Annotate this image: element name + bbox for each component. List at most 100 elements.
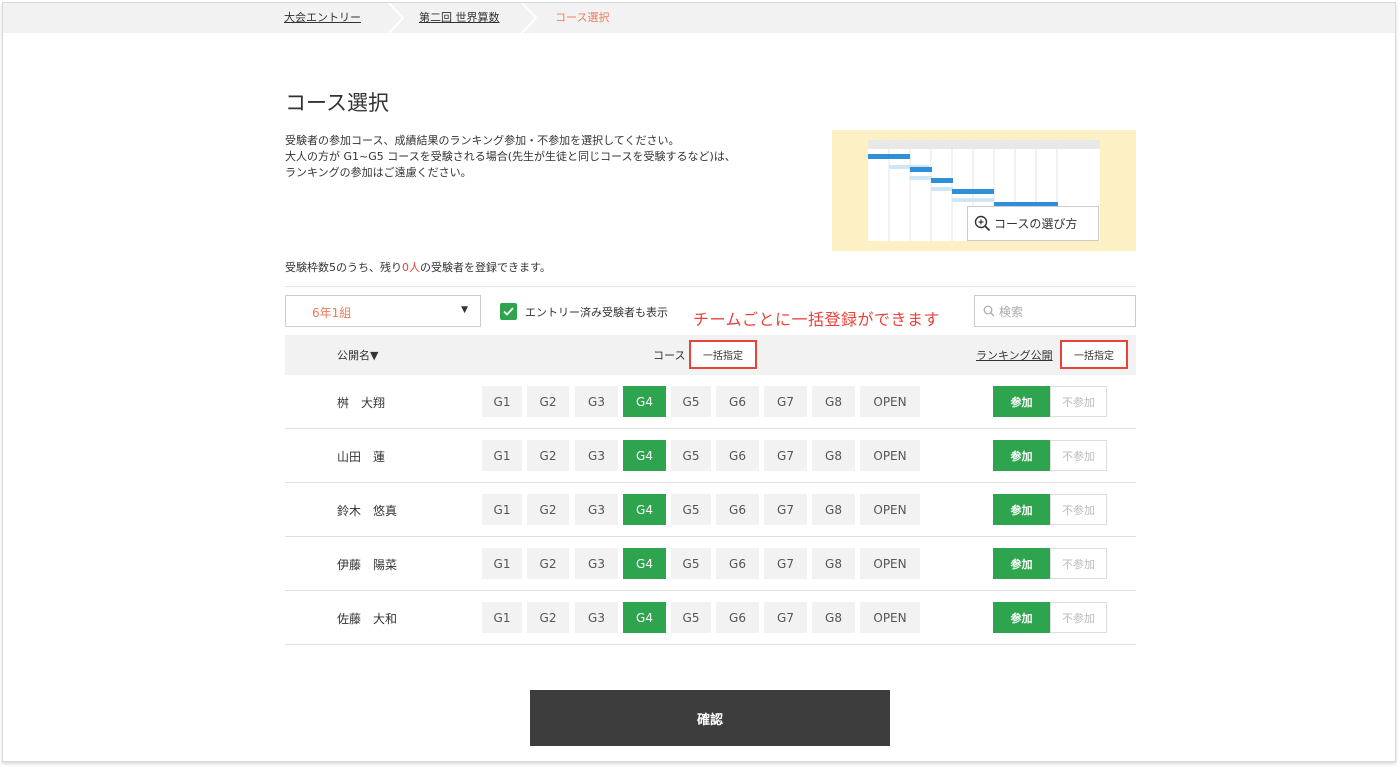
course-option-g8[interactable]: G8 xyxy=(812,386,855,417)
ranking-join-button[interactable]: 参加 xyxy=(993,548,1050,579)
course-option-g4[interactable]: G4 xyxy=(623,494,666,525)
course-option-g2[interactable]: G2 xyxy=(527,494,569,525)
course-guide-button[interactable]: コースの選び方 xyxy=(967,206,1099,241)
participant-name: 桝 大翔 xyxy=(337,396,386,410)
course-option-g4[interactable]: G4 xyxy=(623,548,666,579)
course-option-g3[interactable]: G3 xyxy=(575,602,618,633)
course-option-g3[interactable]: G3 xyxy=(575,494,618,525)
course-option-g5[interactable]: G5 xyxy=(671,548,711,579)
ranking-join-button[interactable]: 参加 xyxy=(993,440,1050,471)
course-option-g8[interactable]: G8 xyxy=(812,548,855,579)
course-option-g1[interactable]: G1 xyxy=(482,548,522,579)
class-select[interactable]: 6年1組 ▼ xyxy=(285,295,481,327)
course-option-g7[interactable]: G7 xyxy=(764,548,807,579)
show-entered-checkbox[interactable] xyxy=(500,303,517,320)
ranking-nojoin-button[interactable]: 不参加 xyxy=(1050,386,1107,417)
course-guide-label: コースの選び方 xyxy=(994,217,1078,231)
search-placeholder: 検索 xyxy=(999,304,1024,319)
course-option-g1[interactable]: G1 xyxy=(482,386,522,417)
ranking-join-button[interactable]: 参加 xyxy=(993,494,1050,525)
course-option-g4[interactable]: G4 xyxy=(623,602,666,633)
search-icon xyxy=(983,305,995,317)
ranking-nojoin-button[interactable]: 不参加 xyxy=(1050,548,1107,579)
search-field[interactable]: 検索 xyxy=(974,295,1136,327)
course-option-g8[interactable]: G8 xyxy=(812,602,855,633)
course-option-g2[interactable]: G2 xyxy=(527,440,569,471)
course-option-g2[interactable]: G2 xyxy=(527,602,569,633)
course-option-g5[interactable]: G5 xyxy=(671,440,711,471)
description-line: 大人の方が G1~G5 コースを受験される場合(先生が生徒と同じコースを受験する… xyxy=(285,150,736,163)
course-option-g5[interactable]: G5 xyxy=(671,602,711,633)
ranking-nojoin-button[interactable]: 不参加 xyxy=(1050,602,1107,633)
course-option-g6[interactable]: G6 xyxy=(716,386,759,417)
ranking-join-button[interactable]: 参加 xyxy=(993,602,1050,633)
class-select-value: 6年1組 xyxy=(312,306,352,320)
participant-row: 鈴木 悠真 G1 G2 G3 G4 G5 G6 G7 G8 OPEN 参加 不参加 xyxy=(285,483,1136,537)
course-option-open[interactable]: OPEN xyxy=(860,386,920,417)
breadcrumb: 大会エントリー 第二回 世界算数 コース選択 xyxy=(3,3,1395,33)
breadcrumb-item-entry[interactable]: 大会エントリー xyxy=(284,3,361,33)
course-option-g6[interactable]: G6 xyxy=(716,494,759,525)
course-option-open[interactable]: OPEN xyxy=(860,548,920,579)
course-option-g3[interactable]: G3 xyxy=(575,548,618,579)
description-line: ランキングの参加はご遠慮ください。 xyxy=(285,166,472,179)
participant-name: 佐藤 大和 xyxy=(337,612,398,626)
bulk-ranking-button[interactable]: 一括指定 xyxy=(1060,340,1128,369)
quota-text: 受験枠数5のうち、残り0人の受験者を登録できます。 xyxy=(285,259,551,275)
course-option-g1[interactable]: G1 xyxy=(482,440,522,471)
show-entered-label[interactable]: エントリー済み受験者も表示 xyxy=(525,304,668,320)
course-guide-panel[interactable]: コースの選び方 xyxy=(832,130,1136,251)
course-option-open[interactable]: OPEN xyxy=(860,602,920,633)
course-option-g5[interactable]: G5 xyxy=(671,494,711,525)
participant-row: 佐藤 大和 G1 G2 G3 G4 G5 G6 G7 G8 OPEN 参加 不参加 xyxy=(285,591,1136,645)
course-option-g7[interactable]: G7 xyxy=(764,440,807,471)
breadcrumb-item-contest[interactable]: 第二回 世界算数 xyxy=(419,3,500,33)
course-option-g2[interactable]: G2 xyxy=(527,386,569,417)
bulk-annotation: チームごとに一括登録ができます xyxy=(693,310,941,329)
breadcrumb-separator-icon xyxy=(388,3,405,33)
course-option-g2[interactable]: G2 xyxy=(527,548,569,579)
course-option-open[interactable]: OPEN xyxy=(860,494,920,525)
ranking-join-button[interactable]: 参加 xyxy=(993,386,1050,417)
table-header: 公開名▼ コース 一括指定 ランキング公開 一括指定 xyxy=(285,335,1136,375)
confirm-button[interactable]: 確認 xyxy=(530,690,890,746)
ranking-nojoin-button[interactable]: 不参加 xyxy=(1050,494,1107,525)
participant-name: 鈴木 悠真 xyxy=(337,504,398,518)
course-option-g8[interactable]: G8 xyxy=(812,494,855,525)
course-option-g7[interactable]: G7 xyxy=(764,386,807,417)
page-frame: 大会エントリー 第二回 世界算数 コース選択 コース選択 受験者の参加コース、成… xyxy=(2,2,1396,762)
bulk-course-button[interactable]: 一括指定 xyxy=(689,340,757,369)
checkmark-icon xyxy=(503,307,514,316)
zoom-in-icon xyxy=(974,215,991,232)
breadcrumb-item-current: コース選択 xyxy=(555,11,610,24)
quota-suffix: の受験者を登録できます。 xyxy=(420,261,551,274)
sort-by-name-header[interactable]: 公開名▼ xyxy=(337,347,378,363)
course-option-g4[interactable]: G4 xyxy=(623,386,666,417)
participant-row: 桝 大翔 G1 G2 G3 G4 G5 G6 G7 G8 OPEN 参加 不参加 xyxy=(285,375,1136,429)
ranking-nojoin-button[interactable]: 不参加 xyxy=(1050,440,1107,471)
quota-remaining: 0人 xyxy=(402,261,420,274)
course-option-g1[interactable]: G1 xyxy=(482,602,522,633)
participant-name: 山田 蓮 xyxy=(337,450,386,464)
course-option-g3[interactable]: G3 xyxy=(575,440,618,471)
course-option-g1[interactable]: G1 xyxy=(482,494,522,525)
course-option-g6[interactable]: G6 xyxy=(716,548,759,579)
participant-name: 伊藤 陽菜 xyxy=(337,558,398,572)
dropdown-caret-icon: ▼ xyxy=(461,305,468,315)
course-option-g7[interactable]: G7 xyxy=(764,494,807,525)
breadcrumb-separator-icon xyxy=(521,3,538,33)
course-option-g6[interactable]: G6 xyxy=(716,440,759,471)
course-option-g8[interactable]: G8 xyxy=(812,440,855,471)
divider xyxy=(285,286,1136,287)
ranking-header[interactable]: ランキング公開 xyxy=(976,347,1053,363)
page-title: コース選択 xyxy=(285,91,389,115)
course-option-g5[interactable]: G5 xyxy=(671,386,711,417)
course-option-g4[interactable]: G4 xyxy=(623,440,666,471)
course-option-g3[interactable]: G3 xyxy=(575,386,618,417)
course-option-g7[interactable]: G7 xyxy=(764,602,807,633)
page-description: 受験者の参加コース、成績結果のランキング参加・不参加を選択してください。 大人の… xyxy=(285,133,736,181)
course-header: コース xyxy=(653,349,686,362)
course-option-open[interactable]: OPEN xyxy=(860,440,920,471)
participant-row: 伊藤 陽菜 G1 G2 G3 G4 G5 G6 G7 G8 OPEN 参加 不参加 xyxy=(285,537,1136,591)
course-option-g6[interactable]: G6 xyxy=(716,602,759,633)
